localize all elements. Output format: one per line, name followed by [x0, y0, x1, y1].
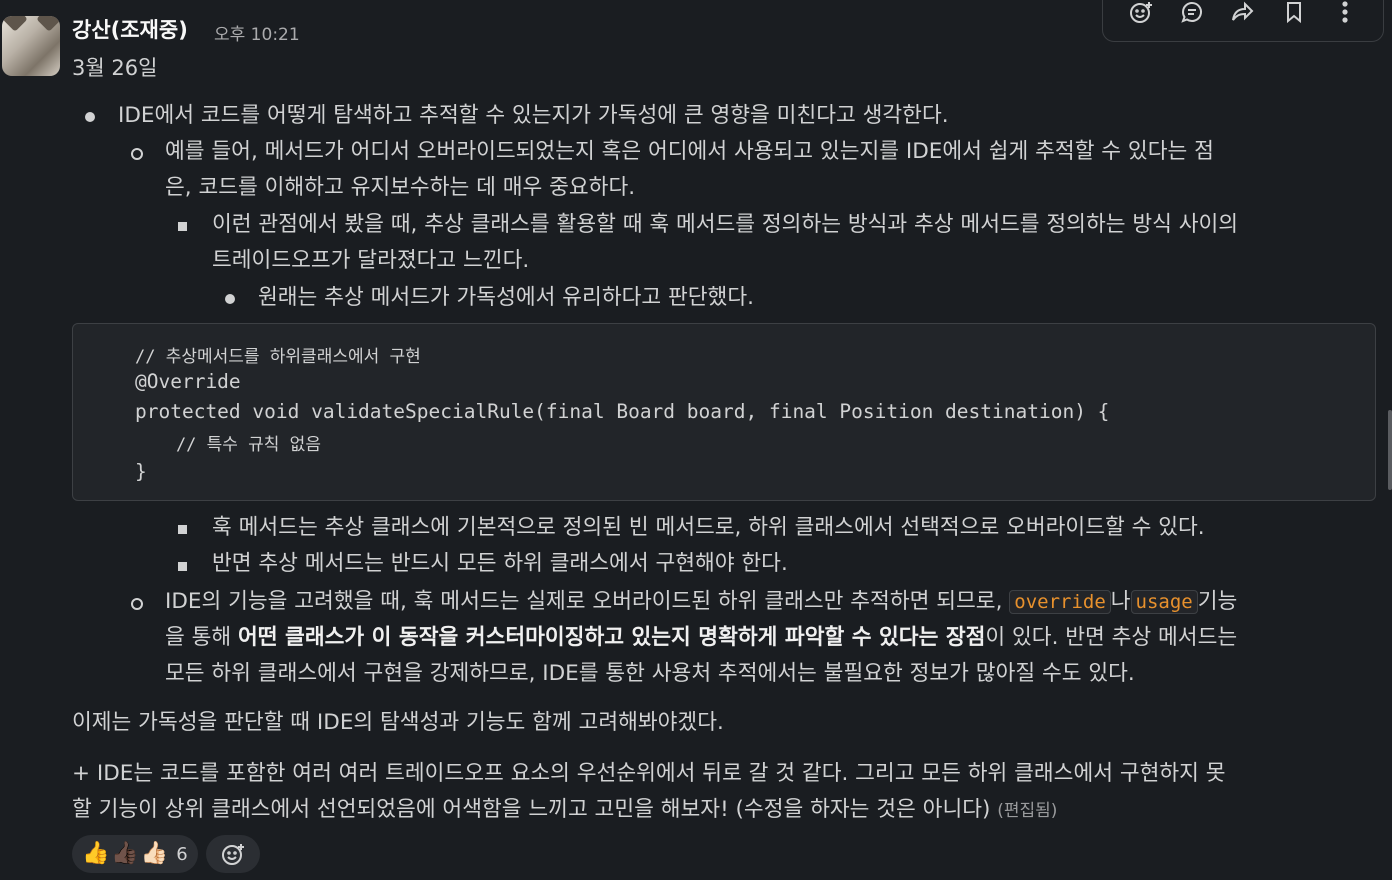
list-item-continuation: 은, 코드를 이해하고 유지보수하는 데 매우 중요하다. — [165, 175, 636, 200]
inline-code-usage: usage — [1130, 590, 1198, 614]
text-segment: IDE의 기능을 고려했을 때, 훅 메서드는 실제로 오버라이드된 하위 클래… — [165, 589, 1010, 614]
bullet-square — [178, 222, 187, 231]
list-item: 원래는 추상 메서드가 가독성에서 유리하다고 판단했다. — [258, 285, 754, 310]
reply-thread-icon[interactable] — [1177, 0, 1207, 27]
bullet-circle — [131, 148, 143, 160]
thumbs-up-icon: 👍 — [82, 841, 110, 866]
message: 강산(조재중) 오후 10:21 3월 26일 IDE에서 코드를 어떻게 탐색… — [0, 0, 1392, 880]
scrollbar[interactable] — [1388, 410, 1392, 490]
reactions-bar: 👍 👍🏿 👍🏻 6 — [72, 835, 260, 873]
bullet-circle — [131, 598, 143, 610]
bullet-dot — [85, 112, 95, 122]
share-icon[interactable] — [1228, 0, 1258, 27]
code-block[interactable]: // 추상메서드를 하위클래스에서 구현 @Override protected… — [72, 323, 1376, 501]
list-item-continuation: 모든 하위 클래스에서 구현을 강제하므로, IDE를 통한 사용처 추적에서는… — [165, 661, 1135, 686]
inline-code-override: override — [1009, 590, 1111, 614]
avatar[interactable] — [2, 16, 60, 76]
code-line: protected void validateSpecialRule(final… — [135, 400, 1110, 423]
text-segment: 할 기능이 상위 클래스에서 선언되었음에 어색함을 느끼고 고민을 해보자! … — [72, 797, 991, 822]
code-comment: // 특수 규칙 없음 — [135, 435, 321, 455]
list-item: 예를 들어, 메서드가 어디서 오버라이드되었는지 혹은 어디에서 사용되고 있… — [165, 139, 1214, 164]
text-segment: 이 있다. 반면 추상 메서드는 — [985, 625, 1238, 650]
paragraph: 이제는 가독성을 판단할 때 IDE의 탐색성과 기능도 함께 고려해봐야겠다. — [72, 710, 724, 735]
bullet-dot — [225, 294, 235, 304]
list-item-continuation: 트레이드오프가 달라졌다고 느낀다. — [212, 248, 530, 273]
reaction-count: 6 — [176, 843, 188, 865]
code-line: } — [135, 460, 147, 483]
bold-text: 어떤 클래스가 이 동작을 커스터마이징하고 있는지 명확하게 파악할 수 있다… — [238, 625, 986, 650]
date-line: 3월 26일 — [72, 56, 158, 80]
more-actions-icon[interactable] — [1330, 0, 1360, 27]
text-segment: 을 통해 — [165, 625, 239, 650]
author-name[interactable]: 강산(조재중) — [72, 14, 188, 44]
code-comment: // 추상메서드를 하위클래스에서 구현 — [135, 347, 421, 367]
list-item: 이런 관점에서 봤을 때, 추상 클래스를 활용할 때 훅 메서드를 정의하는 … — [212, 212, 1239, 237]
message-actions-toolbar — [1102, 0, 1384, 42]
list-item: 반면 추상 메서드는 반드시 모든 하위 클래스에서 구현해야 한다. — [212, 551, 788, 576]
paragraph: + IDE는 코드를 포함한 여러 여러 트레이드오프 요소의 우선순위에서 뒤… — [72, 761, 1226, 786]
bullet-square — [178, 562, 187, 571]
thumbs-up-dark-icon: 👍🏿 — [111, 841, 139, 866]
list-item: 훅 메서드는 추상 클래스에 기본적으로 정의된 빈 메서드로, 하위 클래스에… — [212, 515, 1205, 540]
add-reaction-icon — [221, 844, 244, 865]
paragraph-continuation: 할 기능이 상위 클래스에서 선언되었음에 어색함을 느끼고 고민을 해보자! … — [72, 792, 1057, 829]
bullet-square — [178, 525, 187, 534]
thumbs-up-light-icon: 👍🏻 — [140, 841, 169, 866]
add-reaction-button[interactable] — [205, 835, 260, 873]
avatar-detail — [36, 16, 60, 32]
avatar-detail — [2, 16, 28, 32]
text-segment: 나 — [1110, 589, 1131, 614]
list-item-continuation: 을 통해 어떤 클래스가 이 동작을 커스터마이징하고 있는지 명확하게 파악할… — [165, 620, 1237, 656]
add-reaction-icon[interactable] — [1126, 0, 1156, 27]
list-item: IDE에서 코드를 어떻게 탐색하고 추적할 수 있는지가 가독성에 큰 영향을… — [118, 103, 949, 128]
message-timestamp[interactable]: 오후 10:21 — [214, 20, 300, 45]
text-segment: 기능 — [1197, 589, 1238, 614]
reaction-thumbs-up[interactable]: 👍 👍🏿 👍🏻 6 — [72, 835, 198, 873]
list-item: IDE의 기능을 고려했을 때, 훅 메서드는 실제로 오버라이드된 하위 클래… — [165, 584, 1237, 620]
bookmark-icon[interactable] — [1279, 0, 1309, 27]
edited-label: (편집됨) — [997, 801, 1058, 821]
code-line: @Override — [135, 370, 241, 393]
